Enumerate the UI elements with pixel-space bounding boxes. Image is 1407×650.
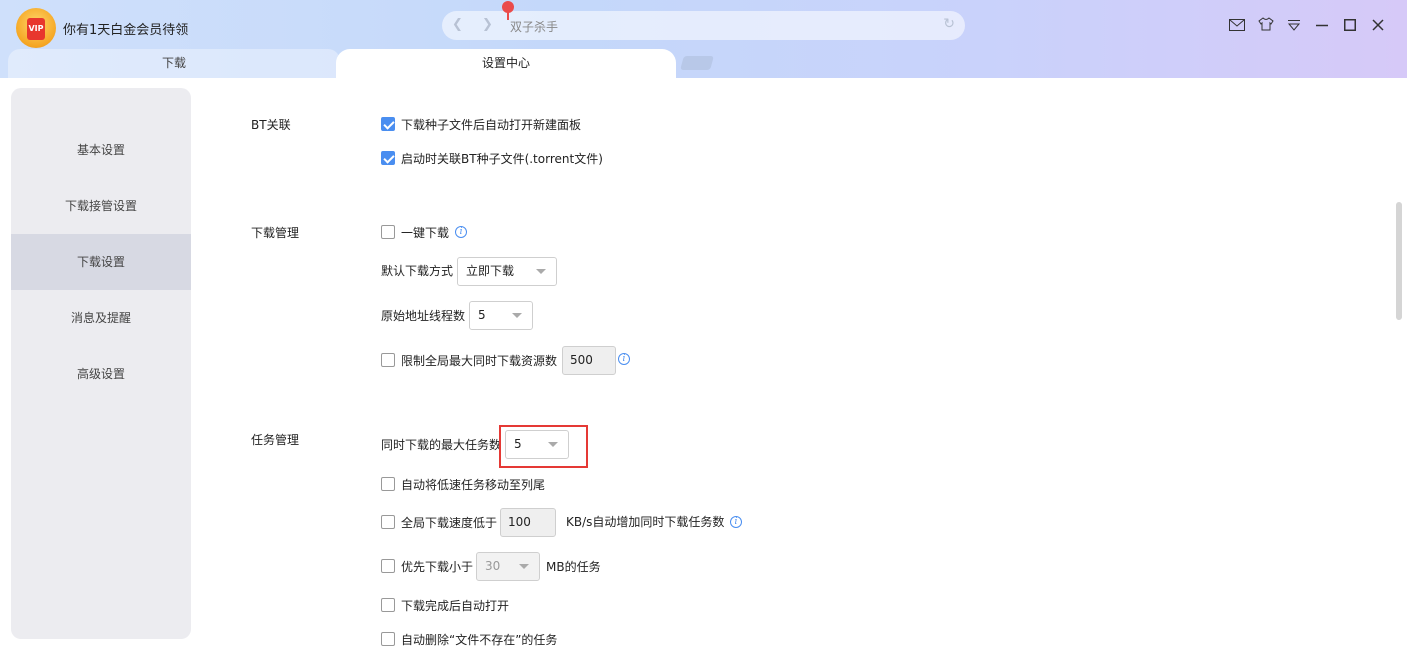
option-label: 优先下载小于 [401, 559, 474, 574]
default-mode-label: 默认下载方式 [381, 264, 454, 278]
location-pin-icon [502, 1, 514, 20]
address-bar[interactable]: ❮ ❯ 双子杀手 ↻ [442, 1, 965, 40]
menu-icon[interactable] [1283, 15, 1305, 37]
minimize-icon[interactable] [1311, 15, 1333, 37]
speed-low-input[interactable]: 100 [500, 508, 556, 537]
vip-promo-text[interactable]: 你有1天白金会员待领 [63, 19, 188, 38]
forward-icon[interactable]: ❯ [482, 17, 493, 32]
skin-icon[interactable] [1255, 15, 1277, 37]
info-icon[interactable]: i [455, 226, 468, 238]
option-label: 自动删除“文件不存在”的任务 [401, 632, 558, 647]
sidebar-item-takeover[interactable]: 下载接管设置 [11, 178, 191, 234]
highlight-box [499, 425, 588, 468]
address-text[interactable]: 双子杀手 [510, 18, 558, 35]
checkbox[interactable] [381, 598, 395, 612]
section-task-mgmt-label: 任务管理 [251, 433, 300, 447]
sidebar-item-advanced[interactable]: 高级设置 [11, 346, 191, 402]
bt-auto-open-option[interactable]: 下载种子文件后自动打开新建面板 [381, 114, 581, 134]
option-label: 全局下载速度低于 [401, 515, 498, 530]
sidebar-item-basic[interactable]: 基本设置 [11, 122, 191, 178]
move-slow-option[interactable]: 自动将低速任务移动至列尾 [381, 474, 545, 494]
chevron-down-icon [536, 269, 546, 274]
threads-select[interactable]: 5 [469, 301, 533, 330]
sidebar-item-notifications[interactable]: 消息及提醒 [11, 290, 191, 346]
speed-low-suffix: KB/s自动增加同时下载任务数 [566, 515, 725, 529]
max-tasks-label: 同时下载的最大任务数 [381, 438, 502, 452]
threads-label: 原始地址线程数 [381, 309, 466, 323]
checkbox[interactable] [381, 515, 395, 529]
info-icon[interactable]: i [618, 353, 630, 365]
maximize-icon[interactable] [1339, 15, 1361, 37]
option-label: 下载完成后自动打开 [401, 598, 510, 613]
checkbox[interactable] [381, 477, 395, 491]
checkbox[interactable] [381, 559, 395, 573]
refresh-icon[interactable]: ↻ [943, 16, 955, 32]
section-download-mgmt-label: 下载管理 [251, 226, 300, 240]
scrollbar[interactable] [1396, 202, 1402, 320]
option-label: 一键下载 [401, 225, 450, 240]
checkbox[interactable] [381, 225, 395, 239]
chevron-down-icon [519, 564, 529, 569]
one-click-download-option[interactable]: 一键下载 i [381, 222, 468, 242]
bt-associate-option[interactable]: 启动时关联BT种子文件(.torrent文件) [381, 148, 603, 168]
select-value: 立即下载 [466, 264, 515, 278]
limit-resources-option[interactable]: 限制全局最大同时下载资源数 [381, 350, 557, 370]
checkbox[interactable] [381, 632, 395, 646]
select-value: 30 [485, 559, 501, 573]
prefer-small-select[interactable]: 30 [476, 552, 540, 581]
section-bt-label: BT关联 [251, 118, 291, 132]
prefer-small-suffix: MB的任务 [546, 560, 601, 574]
title-bar: VIP 你有1天白金会员待领 ❮ ❯ 双子杀手 ↻ 下载 设置中心 [0, 0, 1407, 78]
mail-icon[interactable] [1226, 15, 1248, 37]
close-icon[interactable] [1367, 15, 1389, 37]
checkbox[interactable] [381, 117, 395, 131]
checkbox[interactable] [381, 353, 395, 367]
new-tab-button[interactable] [680, 56, 714, 70]
auto-delete-option[interactable]: 自动删除“文件不存在”的任务 [381, 629, 557, 649]
chevron-down-icon [512, 313, 522, 318]
option-label: 下载种子文件后自动打开新建面板 [401, 117, 582, 132]
prefer-small-option[interactable]: 优先下载小于 [381, 556, 473, 576]
settings-sidebar: 基本设置 下载接管设置 下载设置 消息及提醒 高级设置 [11, 88, 191, 639]
speed-low-option[interactable]: 全局下载速度低于 [381, 512, 497, 532]
auto-open-option[interactable]: 下载完成后自动打开 [381, 595, 509, 615]
back-icon[interactable]: ❮ [452, 17, 463, 32]
sidebar-item-download[interactable]: 下载设置 [11, 234, 191, 290]
vip-logo-icon[interactable]: VIP [16, 8, 56, 48]
option-label: 自动将低速任务移动至列尾 [401, 477, 546, 492]
vip-badge: VIP [27, 18, 45, 40]
default-mode-select[interactable]: 立即下载 [457, 257, 557, 286]
info-icon[interactable]: i [730, 516, 742, 528]
tab-download[interactable]: 下载 [8, 49, 340, 78]
checkbox[interactable] [381, 151, 395, 165]
select-value: 5 [478, 308, 486, 322]
option-label: 限制全局最大同时下载资源数 [401, 353, 558, 368]
tab-settings[interactable]: 设置中心 [336, 49, 676, 78]
option-label: 启动时关联BT种子文件(.torrent文件) [401, 151, 603, 166]
limit-resources-input[interactable]: 500 [562, 346, 616, 375]
